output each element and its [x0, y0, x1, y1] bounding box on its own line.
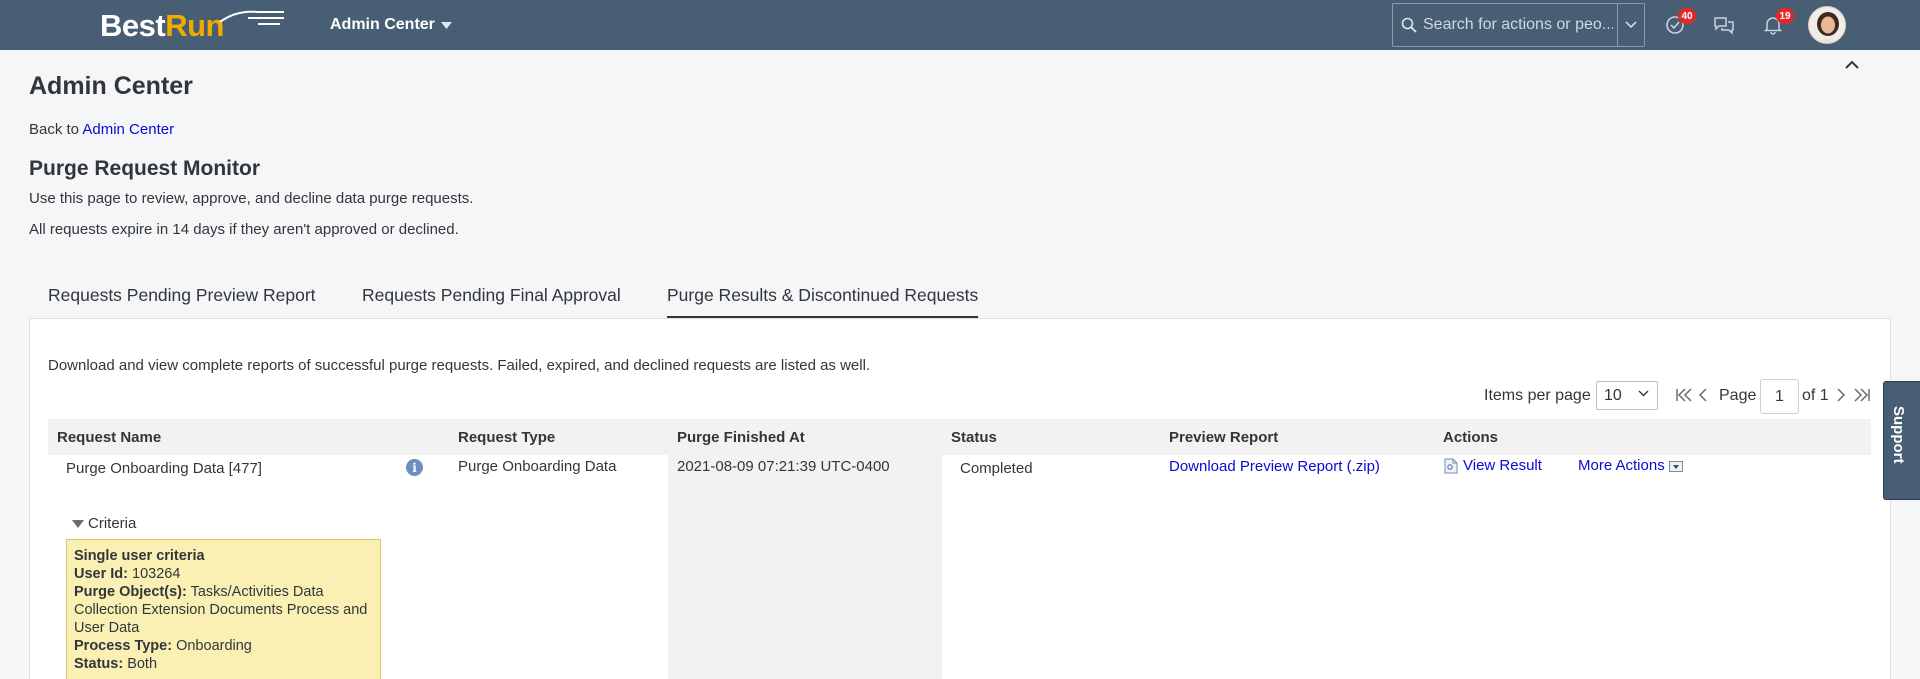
collapse-header-chevron-up-icon[interactable] [1844, 60, 1860, 70]
criteria-purge-objects: Purge Object(s): Tasks/Activities Data C… [74, 584, 368, 636]
items-per-page-label: Items per page [1484, 387, 1591, 404]
more-actions-menu[interactable]: More Actions [1578, 457, 1683, 474]
tab-purge-results[interactable]: Purge Results & Discontinued Requests [667, 285, 979, 319]
back-prefix: Back to [29, 121, 83, 138]
view-result-link[interactable]: View Result [1463, 457, 1542, 474]
criteria-label: Criteria [88, 515, 137, 532]
logo-run-text: Run [165, 8, 224, 43]
column-header-preview-report[interactable]: Preview Report [1169, 429, 1278, 446]
items-per-page-select[interactable]: 10 [1596, 381, 1658, 410]
column-header-status[interactable]: Status [951, 429, 997, 446]
shell-bar: BestRun Admin Center 40 [0, 0, 1920, 50]
more-actions-link[interactable]: More Actions [1578, 457, 1665, 474]
todo-button[interactable]: 40 [1662, 8, 1696, 38]
column-header-request-name[interactable]: Request Name [57, 429, 161, 446]
search-field[interactable] [1392, 3, 1645, 47]
column-header-actions: Actions [1443, 429, 1499, 446]
page-description: Use this page to review, approve, and de… [29, 190, 474, 207]
search-icon [1401, 17, 1417, 33]
todo-count-badge: 40 [1678, 8, 1696, 24]
notifications-button[interactable]: 19 [1760, 8, 1794, 38]
tab-pending-final-approval[interactable]: Requests Pending Final Approval [362, 285, 621, 306]
chevron-down-icon [1638, 390, 1649, 397]
triangle-down-icon [72, 519, 84, 528]
app-menu-button[interactable]: Admin Center [330, 16, 452, 34]
user-avatar[interactable] [1808, 6, 1846, 44]
request-name-cell: Purge Onboarding Data [477] [66, 460, 262, 477]
page-number-input[interactable]: 1 [1760, 379, 1799, 414]
download-preview-report-link[interactable]: Download Preview Report (.zip) [1169, 458, 1380, 475]
criteria-process-type: Process Type: Onboarding [74, 638, 252, 654]
column-header-request-type[interactable]: Request Type [458, 429, 555, 446]
support-label: Support [1890, 406, 1907, 464]
request-type-cell: Purge Onboarding Data [458, 458, 617, 475]
breadcrumb: Back to Admin Center [29, 121, 174, 138]
panel-description: Download and view complete reports of su… [48, 357, 871, 374]
criteria-status: Status: Both [74, 656, 158, 672]
criteria-toggle[interactable]: Criteria [72, 515, 136, 532]
page-total: of 1 [1802, 387, 1829, 404]
purge-request-monitor-title: Purge Request Monitor [29, 157, 261, 180]
view-result-action[interactable]: View Result [1444, 457, 1542, 474]
back-to-admin-center-link[interactable]: Admin Center [82, 121, 174, 138]
logo-best-text: Best [100, 8, 166, 43]
user-portrait-icon [1817, 12, 1839, 43]
criteria-heading: Single user criteria [74, 548, 205, 564]
criteria-details: Single user criteria User Id: 103264 Pur… [66, 539, 381, 679]
search-scope-dropdown[interactable] [1617, 4, 1644, 46]
more-actions-dropdown-icon [1668, 461, 1683, 472]
chat-button[interactable] [1711, 12, 1737, 38]
criteria-user-id: User Id: 103264 [74, 566, 181, 582]
logo-swoosh-icon [219, 10, 284, 25]
caret-down-icon [440, 21, 452, 29]
notification-count-badge: 19 [1776, 8, 1794, 24]
last-page-icon[interactable] [1853, 387, 1871, 403]
app-menu-label: Admin Center [330, 16, 435, 33]
page-title: Admin Center [29, 72, 193, 100]
tab-pending-preview-report[interactable]: Requests Pending Preview Report [48, 285, 316, 306]
support-tab[interactable]: Support [1883, 381, 1920, 500]
expiry-note: All requests expire in 14 days if they a… [29, 221, 459, 238]
chat-icon [1714, 17, 1734, 35]
info-icon[interactable]: i [406, 459, 423, 476]
column-header-purge-finished-at[interactable]: Purge Finished At [677, 429, 805, 446]
document-icon [1444, 458, 1458, 473]
bestrun-logo[interactable]: Best Run [100, 8, 284, 44]
page-label: Page [1719, 387, 1757, 404]
table-column-shade [668, 455, 942, 679]
status-cell: Completed [960, 460, 1033, 477]
next-page-icon[interactable] [1835, 387, 1847, 403]
search-input[interactable] [1423, 16, 1613, 34]
first-page-icon[interactable] [1675, 387, 1693, 403]
chevron-down-icon [1625, 21, 1637, 29]
purge-finished-at-cell: 2021-08-09 07:21:39 UTC-0400 [677, 458, 890, 475]
items-per-page-value: 10 [1604, 386, 1622, 404]
previous-page-icon[interactable] [1697, 387, 1709, 403]
